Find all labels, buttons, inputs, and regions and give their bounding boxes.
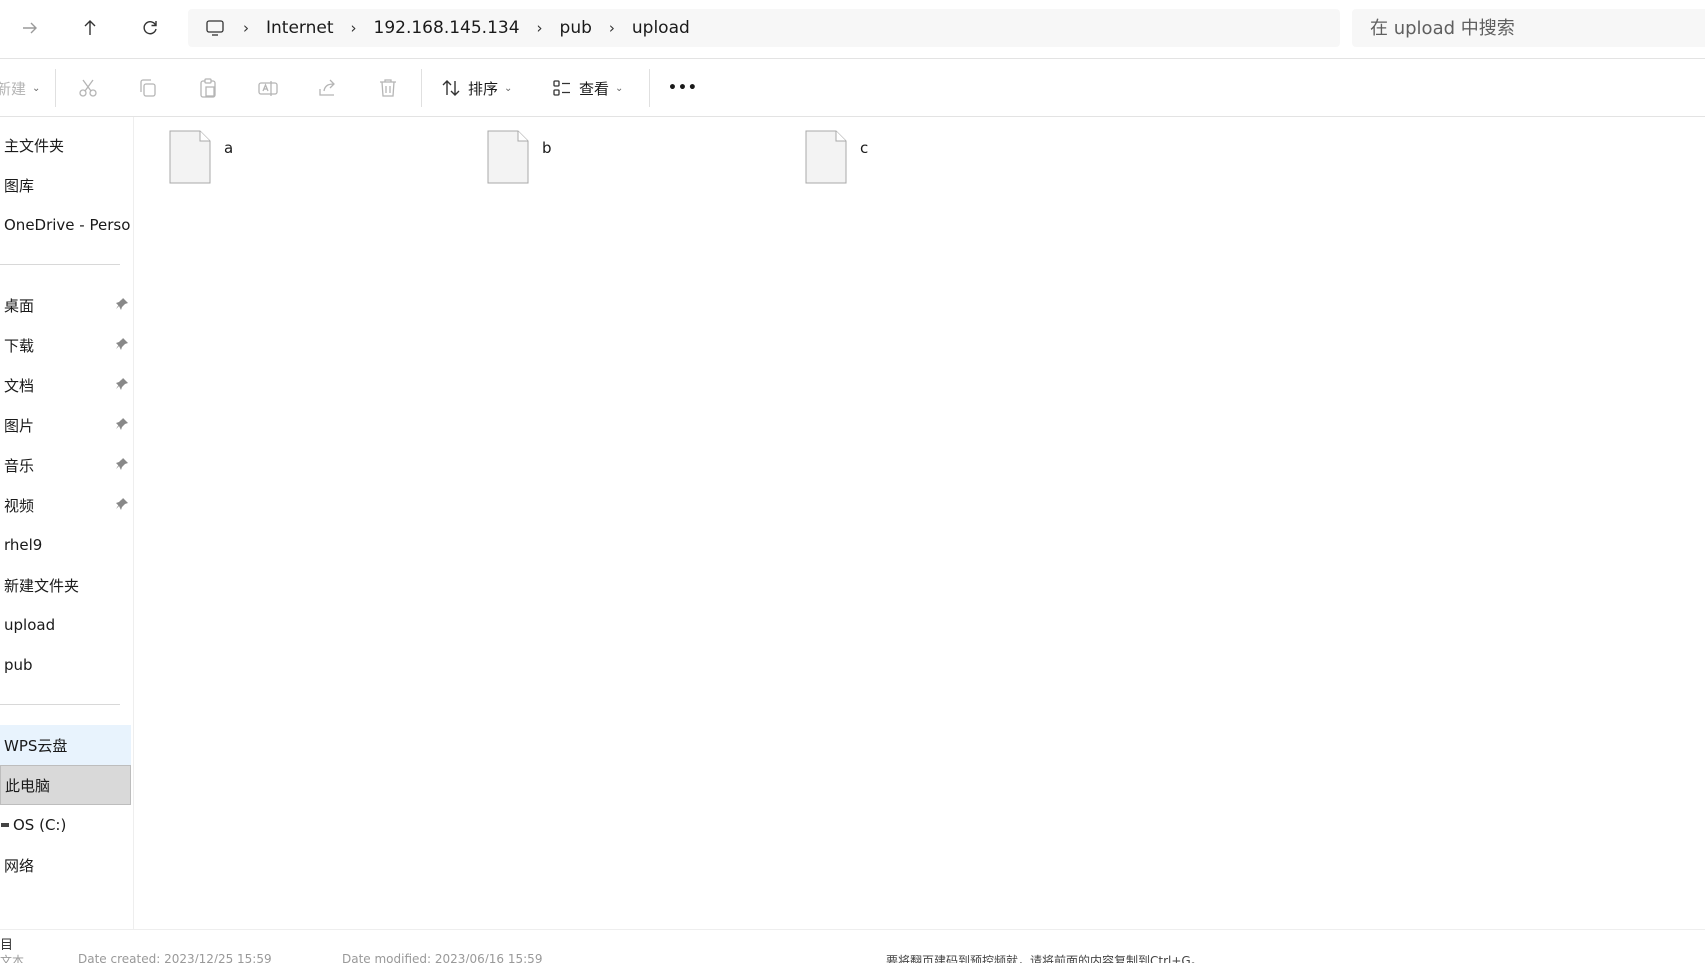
pin-icon[interactable] xyxy=(115,297,129,311)
file-view[interactable]: a b c xyxy=(134,117,1705,929)
sort-label: 排序 xyxy=(468,79,499,98)
sidebar-item-gallery[interactable]: 图库 xyxy=(0,165,131,205)
cut-button[interactable] xyxy=(77,73,99,103)
pin-icon[interactable] xyxy=(115,337,129,351)
more-icon: ••• xyxy=(668,80,698,96)
paste-icon xyxy=(200,78,216,98)
breadcrumb-host[interactable]: 192.168.145.134 xyxy=(374,18,520,38)
sidebar-item-pictures[interactable]: 图片 xyxy=(0,405,131,445)
sort-button[interactable]: 排序 ⌄ xyxy=(440,73,512,103)
delete-button[interactable] xyxy=(377,73,399,103)
share-icon xyxy=(319,79,335,96)
sidebar-item-network[interactable]: 网络 xyxy=(0,845,131,885)
toolbar-divider xyxy=(649,69,650,107)
pin-icon[interactable] xyxy=(115,377,129,391)
sidebar-item-onedrive[interactable]: OneDrive - Personal xyxy=(0,205,131,245)
copy-button[interactable] xyxy=(137,73,159,103)
sidebar-item-videos[interactable]: 视频 xyxy=(0,485,131,525)
chevron-down-icon: ⌄ xyxy=(504,82,513,94)
status-fragment: 文本 xyxy=(0,954,25,963)
breadcrumb-internet[interactable]: Internet xyxy=(266,18,334,38)
sidebar-item-this-pc[interactable]: 此电脑 xyxy=(0,765,131,805)
sidebar-item-rhel9[interactable]: rhel9 xyxy=(0,525,131,565)
address-bar: › Internet › 192.168.145.134 › pub › upl… xyxy=(0,0,1705,59)
pin-icon[interactable] xyxy=(115,457,129,471)
background-window-strip: 文本 Date created: 2023/12/25 15:59 Date m… xyxy=(0,952,1705,963)
view-button[interactable]: 查看 ⌄ xyxy=(551,73,623,103)
sidebar-item-music[interactable]: 音乐 xyxy=(0,445,131,485)
copy-icon xyxy=(140,79,156,97)
item-count: 目 xyxy=(0,938,14,953)
monitor-icon[interactable] xyxy=(204,17,226,39)
refresh-icon xyxy=(143,21,157,35)
refresh-button[interactable] xyxy=(134,14,166,42)
chevron-down-icon: ⌄ xyxy=(615,82,624,94)
sort-icon xyxy=(442,80,460,96)
sidebar-item-home[interactable]: 主文件夹 xyxy=(0,125,131,165)
file-name: c xyxy=(860,139,869,157)
sidebar-item-upload[interactable]: upload xyxy=(0,605,131,645)
breadcrumb-pub[interactable]: pub xyxy=(560,18,592,38)
share-button[interactable] xyxy=(317,73,339,103)
drive-icon xyxy=(1,823,9,827)
pin-icon[interactable] xyxy=(115,417,129,431)
sidebar-item-desktop[interactable]: 桌面 xyxy=(0,285,131,325)
file-name: b xyxy=(542,139,552,157)
up-button[interactable] xyxy=(74,14,106,42)
sidebar-item-wps-cloud[interactable]: WPS云盘 xyxy=(0,725,131,765)
status-fragment: Date modified: 2023/06/16 15:59 xyxy=(342,952,543,963)
sidebar-item-new-folder[interactable]: 新建文件夹 xyxy=(0,565,131,605)
sidebar-item-pub[interactable]: pub xyxy=(0,645,131,685)
view-label: 查看 xyxy=(579,79,610,98)
chevron-down-icon: ⌄ xyxy=(32,82,41,94)
rename-icon xyxy=(258,81,278,96)
search-input[interactable] xyxy=(1368,16,1705,40)
sidebar-item-os-drive[interactable]: OS (C:) xyxy=(0,805,131,845)
search-box[interactable] xyxy=(1352,9,1705,47)
breadcrumb[interactable]: › Internet › 192.168.145.134 › pub › upl… xyxy=(188,9,1340,47)
arrow-right-icon xyxy=(23,22,37,34)
file-icon xyxy=(487,130,529,184)
toolbar-divider xyxy=(55,69,56,107)
command-bar: 新建 ⌄ 排序 ⌄ 查看 ⌄ ••• xyxy=(0,59,1705,117)
file-icon xyxy=(169,130,211,184)
rename-button[interactable] xyxy=(257,73,279,103)
file-item-a[interactable]: a xyxy=(168,129,468,189)
breadcrumb-separator[interactable]: › xyxy=(520,19,560,37)
file-item-b[interactable]: b xyxy=(486,129,786,189)
forward-button[interactable] xyxy=(14,14,46,42)
sidebar-divider xyxy=(0,264,120,265)
cut-icon xyxy=(79,79,97,97)
sidebar-divider xyxy=(0,704,120,705)
navigation-pane: 主文件夹 图库 OneDrive - Personal 桌面 下载 文档 图片 … xyxy=(0,117,134,929)
status-bar: 目 文本 Date created: 2023/12/25 15:59 Date… xyxy=(0,929,1705,963)
arrow-up-icon xyxy=(84,20,96,35)
sidebar-item-documents[interactable]: 文档 xyxy=(0,365,131,405)
file-icon xyxy=(805,130,847,184)
paste-button[interactable] xyxy=(197,73,219,103)
toolbar-divider xyxy=(421,69,422,107)
pin-icon[interactable] xyxy=(115,497,129,511)
new-label: 新建 xyxy=(0,79,27,98)
status-fragment: Date created: 2023/12/25 15:59 xyxy=(78,952,272,963)
view-icon xyxy=(553,80,570,96)
breadcrumb-upload[interactable]: upload xyxy=(632,18,690,38)
breadcrumb-separator[interactable]: › xyxy=(592,19,632,37)
file-name: a xyxy=(224,139,234,157)
more-options-button[interactable]: ••• xyxy=(668,73,698,103)
sidebar-item-downloads[interactable]: 下载 xyxy=(0,325,131,365)
status-fragment: 要将翻页建码到预控频就，请将前面的内容复制到Ctrl+G。 xyxy=(886,954,1203,963)
file-item-c[interactable]: c xyxy=(804,129,1104,189)
new-button[interactable]: 新建 ⌄ xyxy=(0,73,40,103)
breadcrumb-separator[interactable]: › xyxy=(334,19,374,37)
breadcrumb-separator[interactable]: › xyxy=(226,19,266,37)
delete-icon xyxy=(380,79,396,97)
